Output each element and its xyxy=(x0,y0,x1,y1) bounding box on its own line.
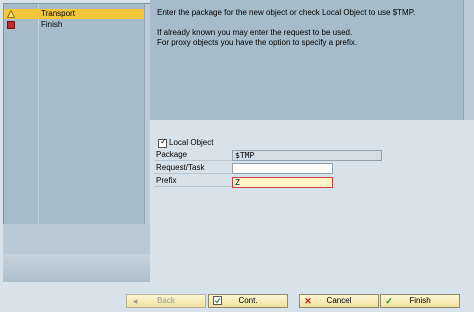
back-button[interactable]: ◂ Back xyxy=(126,294,206,308)
continue-icon xyxy=(212,296,222,306)
cancel-button-label: Cancel xyxy=(326,296,352,305)
instruction-area: Enter the package for the new object or … xyxy=(150,0,474,120)
request-task-field[interactable] xyxy=(232,163,333,174)
cancel-x-icon: ✕ xyxy=(304,296,312,306)
step-finish-label: Finish xyxy=(41,20,63,29)
local-object-checkbox[interactable]: ✓ xyxy=(158,137,167,148)
prefix-field[interactable]: Z xyxy=(232,177,333,188)
stop-icon xyxy=(7,21,15,29)
decorative-band xyxy=(3,254,150,282)
package-field[interactable]: $TMP xyxy=(232,150,382,161)
package-label: Package xyxy=(154,150,232,161)
step-transport-label: Transport xyxy=(41,9,75,18)
continue-button[interactable]: Cont. xyxy=(208,294,288,308)
instruction-line-2: If already known you may enter the reque… xyxy=(157,28,353,37)
wizard-steps-panel: Transport Finish xyxy=(3,3,152,225)
warning-icon xyxy=(6,9,16,18)
prefix-label: Prefix xyxy=(154,176,232,187)
panel-divider xyxy=(38,4,39,224)
step-transport[interactable]: Transport xyxy=(4,9,144,19)
continue-button-label: Cont. xyxy=(238,296,258,305)
local-object-label: Local Object xyxy=(169,138,214,147)
request-task-label: Request/Task xyxy=(154,163,232,174)
instruction-line-1: Enter the package for the new object or … xyxy=(157,8,416,17)
finish-button-label: Finish xyxy=(409,296,431,305)
finish-checkmark-icon: ✓ xyxy=(385,296,393,306)
back-arrow-icon: ◂ xyxy=(132,296,138,306)
left-lower-area xyxy=(3,224,150,282)
instruction-line-3: For proxy objects you have the option to… xyxy=(157,38,358,47)
back-button-label: Back xyxy=(157,296,175,305)
finish-button[interactable]: ✓ Finish xyxy=(380,294,460,308)
transport-form: ✓ Local Object Package $TMP Request/Task… xyxy=(150,120,474,290)
button-bar: ◂ Back Cont. ✕ Cancel ✓ Finish xyxy=(0,290,474,312)
instruction-scrollbar[interactable] xyxy=(463,0,474,120)
checkmark-icon: ✓ xyxy=(160,137,167,146)
cancel-button[interactable]: ✕ Cancel xyxy=(299,294,379,308)
step-finish[interactable]: Finish xyxy=(4,20,144,30)
